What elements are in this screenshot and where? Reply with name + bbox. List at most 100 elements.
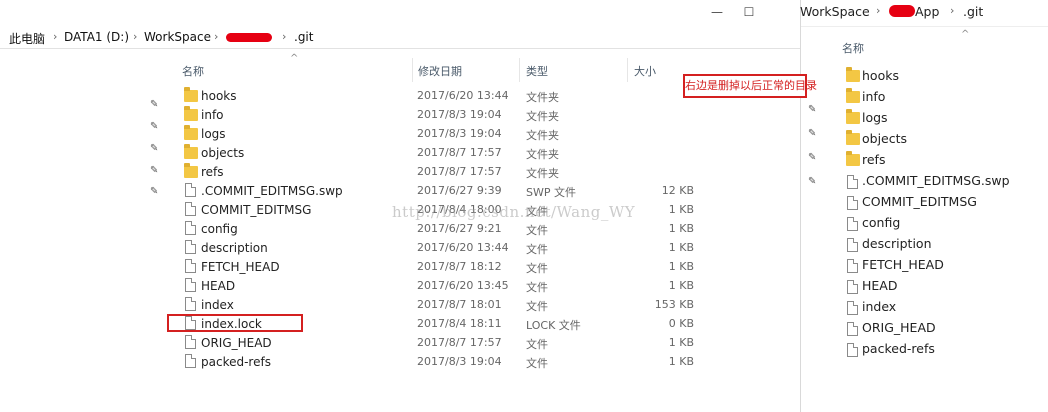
breadcrumb-drive[interactable]: DATA1 (D:) [64, 30, 129, 44]
right-file-row[interactable]: objects [842, 129, 1042, 150]
file-row[interactable]: description 2017/6/20 13:44 文件 1 KB [180, 239, 700, 258]
right-file-row[interactable]: index [842, 297, 1042, 318]
column-header-name[interactable]: 名称 [182, 63, 204, 79]
chevron-right-icon: › [53, 30, 58, 43]
file-name: logs [201, 127, 226, 141]
file-row[interactable]: HEAD 2017/6/20 13:45 文件 1 KB [180, 277, 700, 296]
file-name: config [862, 215, 901, 230]
file-date: 2017/8/7 17:57 [417, 146, 502, 159]
file-row[interactable]: objects 2017/8/7 17:57 文件夹 [180, 144, 700, 163]
right-file-row[interactable]: ORIG_HEAD [842, 318, 1042, 339]
file-row[interactable]: logs 2017/8/3 19:04 文件夹 [180, 125, 700, 144]
pin-icon: ✎ [150, 99, 159, 110]
file-row[interactable]: hooks 2017/6/20 13:44 文件夹 [180, 87, 700, 106]
breadcrumb-workspace[interactable]: WorkSpace [144, 30, 211, 44]
right-file-row[interactable]: .COMMIT_EDITMSG.swp [842, 171, 1042, 192]
right-file-row[interactable]: config [842, 213, 1042, 234]
folder-icon [846, 109, 860, 124]
file-row[interactable]: index 2017/8/7 18:01 文件 153 KB [180, 296, 700, 315]
right-file-row[interactable]: COMMIT_EDITMSG [842, 192, 1042, 213]
file-name: objects [862, 131, 908, 146]
column-header-type[interactable]: 类型 [526, 63, 548, 79]
right-breadcrumb-workspace[interactable]: WorkSpace [800, 4, 870, 19]
file-icon [847, 301, 858, 315]
folder-icon [184, 106, 198, 121]
file-icon [185, 183, 196, 197]
right-breadcrumb-git[interactable]: .git [963, 4, 983, 19]
column-divider[interactable] [412, 58, 413, 82]
file-name: refs [201, 165, 224, 179]
file-name: hooks [862, 68, 899, 83]
right-file-row[interactable]: FETCH_HEAD [842, 255, 1042, 276]
title-bar [0, 0, 800, 26]
file-name: .COMMIT_EDITMSG.swp [862, 173, 1010, 188]
file-size: 12 KB [661, 184, 694, 197]
file-row[interactable]: ORIG_HEAD 2017/8/7 17:57 文件 1 KB [180, 334, 700, 353]
file-row[interactable]: packed-refs 2017/8/3 19:04 文件 1 KB [180, 353, 700, 372]
file-icon [185, 297, 196, 311]
file-icon [847, 196, 858, 210]
watermark: http://blog.csdn.net/Wang_WY [392, 203, 636, 221]
file-type: 文件 [526, 300, 548, 313]
file-size: 153 KB [654, 298, 694, 311]
file-name: description [862, 236, 932, 251]
folder-icon [184, 87, 198, 102]
file-type: 文件夹 [526, 129, 559, 142]
file-name: logs [862, 110, 888, 125]
file-icon [847, 175, 858, 189]
file-type: 文件夹 [526, 91, 559, 104]
file-icon [185, 240, 196, 254]
file-name: config [201, 222, 238, 236]
file-name: packed-refs [201, 355, 271, 369]
file-date: 2017/6/27 9:39 [417, 184, 502, 197]
folder-icon [846, 151, 860, 166]
file-size: 1 KB [668, 203, 694, 216]
file-icon [847, 280, 858, 294]
file-row[interactable]: refs 2017/8/7 17:57 文件夹 [180, 163, 700, 182]
column-header-date[interactable]: 修改日期 [418, 63, 462, 79]
highlight-box [167, 314, 303, 332]
pin-icon: ✎ [150, 121, 159, 132]
file-type: 文件 [526, 357, 548, 370]
file-row[interactable]: info 2017/8/3 19:04 文件夹 [180, 106, 700, 125]
file-date: 2017/8/7 17:57 [417, 165, 502, 178]
column-divider[interactable] [627, 58, 628, 82]
chevron-right-icon: › [950, 4, 955, 17]
file-size: 1 KB [668, 279, 694, 292]
file-size: 1 KB [668, 355, 694, 368]
column-divider[interactable] [519, 58, 520, 82]
breadcrumb-this-pc[interactable]: 此电脑 [9, 30, 45, 47]
breadcrumb-git[interactable]: .git [294, 30, 313, 44]
redacted-folder-name [889, 5, 915, 17]
file-name: info [201, 108, 224, 122]
address-bar[interactable]: 此电脑 › DATA1 (D:) › WorkSpace › › .git [0, 26, 800, 49]
file-row[interactable]: FETCH_HEAD 2017/8/7 18:12 文件 1 KB [180, 258, 700, 277]
folder-icon [846, 130, 860, 145]
right-file-row[interactable]: description [842, 234, 1042, 255]
file-type: 文件夹 [526, 167, 559, 180]
file-row[interactable]: .COMMIT_EDITMSG.swp 2017/6/27 9:39 SWP 文件 1… [180, 182, 700, 201]
column-header-size[interactable]: 大小 [634, 63, 656, 79]
annotation-note: 右边是删掉以后正常的目录 [683, 74, 817, 98]
right-file-row[interactable]: HEAD [842, 276, 1042, 297]
file-type: 文件 [526, 243, 548, 256]
right-file-row[interactable]: hooks [842, 66, 1042, 87]
pin-icon: ✎ [150, 165, 159, 176]
right-file-row[interactable]: logs [842, 108, 1042, 129]
file-name: index [862, 299, 897, 314]
right-file-row[interactable]: info [842, 87, 1042, 108]
minimize-button[interactable]: — [705, 3, 729, 21]
maximize-button[interactable]: ☐ [737, 3, 761, 21]
file-icon [847, 217, 858, 231]
file-date: 2017/6/27 9:21 [417, 222, 502, 235]
file-icon [847, 238, 858, 252]
right-file-row[interactable]: refs [842, 150, 1042, 171]
right-breadcrumb-app[interactable]: App [915, 4, 939, 19]
file-date: 2017/8/4 18:11 [417, 317, 502, 330]
folder-icon [184, 163, 198, 178]
chevron-right-icon: › [214, 30, 219, 43]
right-column-header-name[interactable]: 名称 [842, 40, 864, 56]
right-file-row[interactable]: packed-refs [842, 339, 1042, 360]
folder-icon [184, 144, 198, 159]
file-row[interactable]: config 2017/6/27 9:21 文件 1 KB [180, 220, 700, 239]
